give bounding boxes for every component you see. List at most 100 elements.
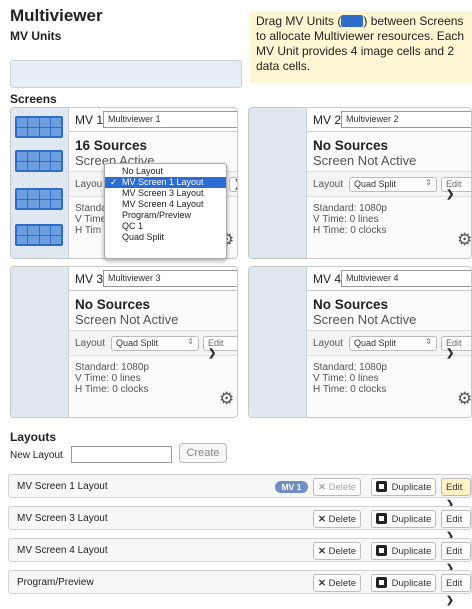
layout-list-item: MV Screen 1 Layout MV 1 ✕ Delete Duplica…	[8, 474, 472, 510]
layout-list-item: Program/Preview ✕ Delete Duplicate Edit …	[8, 570, 472, 606]
screen-header: MV 1 Multiviewer 1	[69, 108, 237, 132]
screen-info: Standard: 1080p V Time: 0 lines H Time: …	[313, 362, 387, 395]
layout-label: Layout	[75, 338, 106, 349]
delete-button[interactable]: ✕ Delete	[313, 574, 362, 592]
edit-button[interactable]: Edit ❯	[441, 177, 471, 200]
layout-row: Layout Quad Split ⇕ Edit ❯	[69, 330, 237, 359]
mv-unit-icon[interactable]	[15, 188, 63, 210]
standard-text: Standard: 1080p	[313, 203, 387, 214]
standard-text: Standard: 1080p	[75, 362, 149, 373]
hint-text-pre: Drag MV Units (	[256, 14, 342, 28]
dropdown-option[interactable]: QC 1	[105, 221, 226, 232]
duplicate-button[interactable]: Duplicate	[371, 478, 437, 496]
edit-button[interactable]: Edit ❯	[441, 478, 471, 510]
edit-label: Edit	[446, 338, 462, 348]
layout-row: Layout Quad Split ⇕ Edit ❯	[307, 171, 471, 200]
screen-status: Screen Not Active	[75, 312, 179, 327]
screen-name-input[interactable]: Multiviewer 3	[103, 270, 237, 287]
create-button[interactable]: Create	[179, 443, 227, 463]
edit-button[interactable]: Edit ❯	[203, 336, 237, 359]
dropdown-option[interactable]: Quad Split	[105, 232, 226, 243]
dropdown-option[interactable]: MV Screen 3 Layout	[105, 188, 226, 199]
chevron-right-icon: ❯	[446, 348, 455, 359]
standard-text: Standard: 1080p	[313, 362, 387, 373]
layout-select[interactable]: Quad Split ⇕	[111, 336, 199, 351]
screen-mv-label: MV 3	[75, 272, 104, 286]
edit-button[interactable]: Edit ❯	[441, 542, 471, 574]
gear-icon[interactable]: ⚙	[457, 389, 471, 409]
gear-icon[interactable]: ⚙	[457, 230, 471, 250]
layout-name: MV Screen 4 Layout	[17, 545, 108, 556]
select-caret-icon: ⇕	[187, 337, 194, 346]
mv-unit-icon[interactable]	[15, 150, 63, 172]
mv-unit-strip[interactable]	[11, 267, 69, 417]
dropdown-option[interactable]: No Layout	[105, 166, 226, 177]
edit-label: Edit	[446, 578, 463, 589]
screen-header: MV 2 Multiviewer 2	[307, 108, 471, 132]
layout-list-item: MV Screen 3 Layout ✕ Delete Duplicate Ed…	[8, 506, 472, 542]
delete-button[interactable]: ✕ Delete	[313, 478, 362, 496]
mv-unit-strip[interactable]	[11, 108, 69, 258]
duplicate-button[interactable]: Duplicate	[371, 574, 437, 592]
mv-unit-icon[interactable]	[15, 224, 63, 246]
edit-label: Edit	[446, 179, 462, 189]
edit-label: Edit	[446, 514, 463, 525]
edit-label: Edit	[446, 546, 463, 557]
mv-units-pool[interactable]	[10, 60, 242, 88]
layout-row: Layout Quad Split ⇕ Edit ❯	[307, 330, 471, 359]
mv-unit-icon[interactable]	[15, 116, 63, 138]
page-title: Multiviewer	[10, 6, 103, 25]
duplicate-icon	[376, 481, 387, 492]
mv-unit-strip[interactable]	[249, 108, 307, 258]
htime-text: H Time: 0 clocks	[75, 384, 149, 395]
vtime-text: V Time: 0 lines	[75, 373, 141, 384]
dropdown-option[interactable]: MV Screen 4 Layout	[105, 199, 226, 210]
duplicate-label: Duplicate	[391, 482, 432, 493]
screen-mv-label: MV 4	[313, 272, 342, 286]
delete-label: Delete	[328, 578, 357, 589]
edit-label: Edit	[208, 338, 224, 348]
edit-label: Edit	[446, 482, 463, 493]
layout-select[interactable]: Quad Split ⇕	[349, 177, 437, 192]
hint-box: Drag MV Units () between Screens to allo…	[250, 11, 472, 83]
delete-button[interactable]: ✕ Delete	[313, 510, 362, 528]
screen-mv3: MV 3 Multiviewer 3 No Sources Screen Not…	[10, 266, 238, 418]
chevron-right-icon: ❯	[234, 179, 237, 190]
dropdown-option[interactable]: Program/Preview	[105, 210, 226, 221]
layout-select-value: Quad Split	[354, 179, 397, 189]
layout-name: Program/Preview	[17, 577, 94, 588]
screen-header: MV 4 Multiviewer 4	[307, 267, 471, 291]
screen-name-input[interactable]: Multiviewer 1	[103, 111, 237, 128]
x-icon: ✕	[318, 514, 326, 525]
x-icon: ✕	[318, 482, 326, 493]
layout-name: MV Screen 3 Layout	[17, 513, 108, 524]
screen-mv4: MV 4 Multiviewer 4 No Sources Screen Not…	[248, 266, 472, 418]
delete-button[interactable]: ✕ Delete	[313, 542, 362, 560]
vtime-text: V Time: 0 lines	[313, 214, 379, 225]
screen-header: MV 3 Multiviewer 3	[69, 267, 237, 291]
layouts-heading: Layouts	[10, 430, 57, 444]
duplicate-icon	[376, 545, 387, 556]
edit-button[interactable]: Edit ❯	[441, 574, 471, 606]
layout-dropdown-menu: No Layout ✓ MV Screen 1 Layout MV Screen …	[104, 163, 227, 259]
edit-button[interactable]: ❯	[229, 177, 237, 192]
layout-name: MV Screen 1 Layout	[17, 481, 108, 492]
layout-select[interactable]: Quad Split ⇕	[349, 336, 437, 351]
new-layout-label: New Layout	[10, 450, 63, 461]
screen-name-input[interactable]: Multiviewer 4	[341, 270, 471, 287]
layout-list-item: MV Screen 4 Layout ✕ Delete Duplicate Ed…	[8, 538, 472, 574]
screen-mv-label: MV 2	[313, 113, 342, 127]
screen-name-input[interactable]: Multiviewer 2	[341, 111, 471, 128]
edit-button[interactable]: Edit ❯	[441, 336, 471, 359]
new-layout-input[interactable]	[71, 446, 172, 463]
duplicate-button[interactable]: Duplicate	[371, 510, 437, 528]
mv-unit-strip[interactable]	[249, 267, 307, 417]
edit-button[interactable]: Edit ❯	[441, 510, 471, 542]
dropdown-option-selected[interactable]: ✓ MV Screen 1 Layout	[105, 177, 226, 188]
mv-units-heading: MV Units	[10, 29, 62, 43]
checkmark-icon: ✓	[110, 177, 118, 187]
duplicate-button[interactable]: Duplicate	[371, 542, 437, 560]
gear-icon[interactable]: ⚙	[219, 389, 234, 409]
duplicate-label: Duplicate	[391, 578, 432, 589]
x-icon: ✕	[318, 546, 326, 557]
